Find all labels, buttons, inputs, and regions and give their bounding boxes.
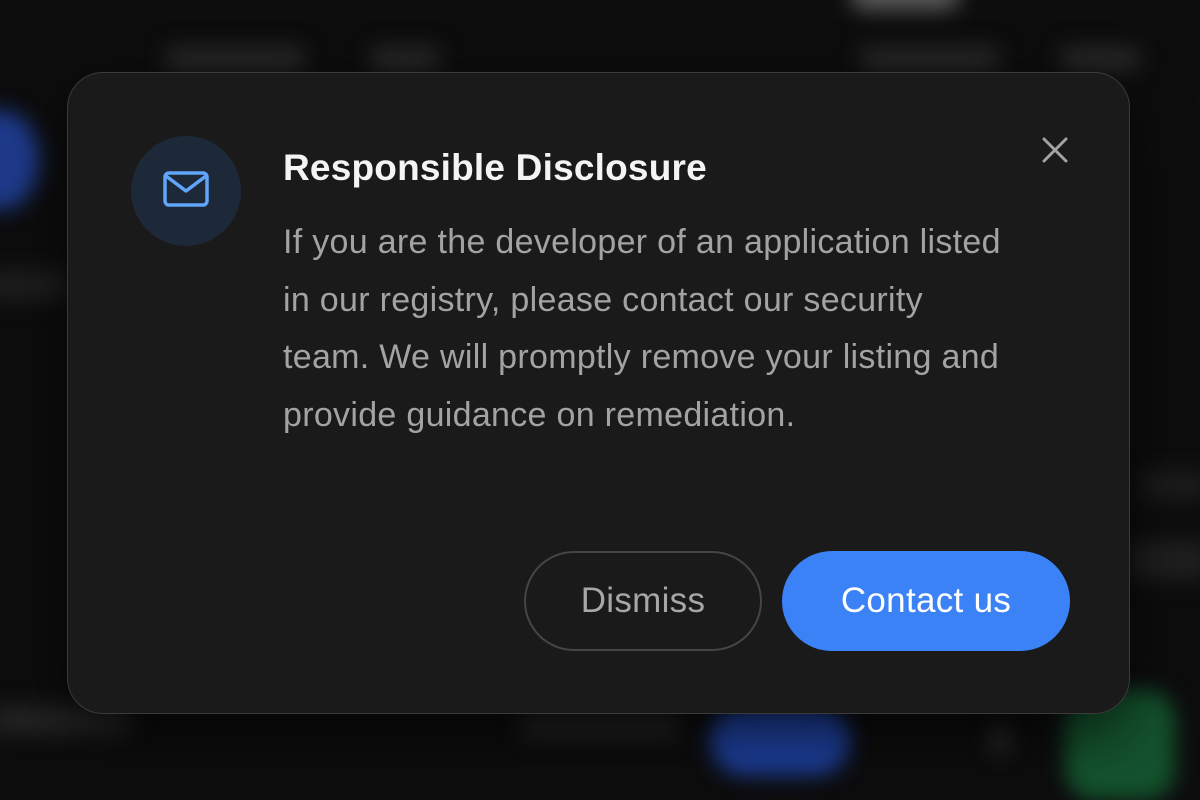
- dialog-message: If you are the developer of an applicati…: [283, 223, 1001, 434]
- responsible-disclosure-dialog: Responsible Disclosure If you are the de…: [67, 72, 1130, 714]
- close-button[interactable]: [1034, 131, 1076, 173]
- mail-icon-badge: [131, 136, 241, 246]
- close-icon: [1041, 136, 1069, 169]
- background-button: [710, 705, 850, 775]
- contact-us-button[interactable]: Contact us: [782, 551, 1070, 651]
- background-pill: [850, 0, 960, 10]
- background-text: [0, 270, 70, 300]
- mail-icon: [161, 169, 211, 214]
- background-tab: [165, 46, 305, 72]
- background-icon: [990, 725, 1010, 755]
- background-tab: [860, 46, 1000, 72]
- dialog-title: Responsible Disclosure: [283, 147, 707, 188]
- background-tab: [1060, 46, 1140, 72]
- background-tab: [370, 46, 440, 72]
- background-avatar: [0, 110, 40, 210]
- background-text: [520, 710, 680, 740]
- background-text: [1140, 470, 1200, 500]
- dismiss-button[interactable]: Dismiss: [524, 551, 762, 651]
- background-text: [1130, 540, 1200, 580]
